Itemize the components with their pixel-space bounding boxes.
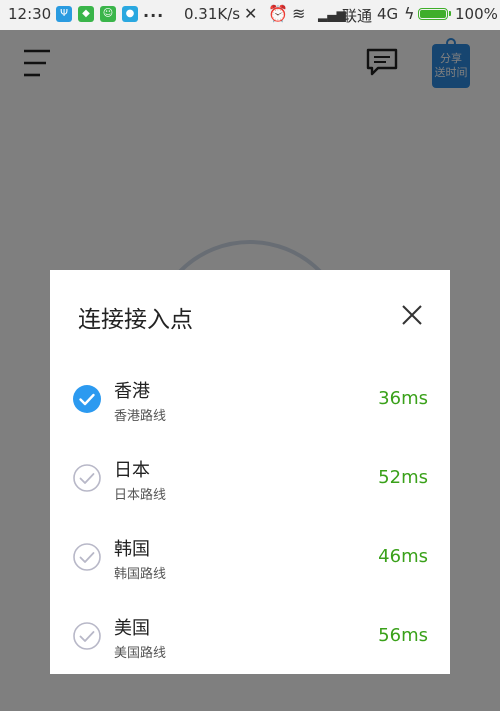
list-item[interactable]: 美国 美国路线 56ms	[50, 597, 450, 676]
check-circle-icon[interactable]	[72, 621, 102, 651]
list-item[interactable]: 日本 日本路线 52ms	[50, 439, 450, 518]
item-name: 香港	[114, 381, 150, 402]
item-latency: 46ms	[378, 546, 428, 567]
more-notifications-icon: ...	[143, 2, 165, 21]
list-item[interactable]: 香港 香港路线 36ms	[50, 360, 450, 439]
item-subtitle: 美国路线	[114, 646, 167, 661]
status-bar: 12:30 Ψ ◆ ☺ ● ... 0.31K/s ✕ ⏰ ≋ ▂▄▆ 联通 4…	[0, 0, 500, 30]
check-circle-icon[interactable]	[72, 542, 102, 572]
android-app-icon: ☺	[100, 6, 116, 22]
check-circle-icon[interactable]	[72, 384, 102, 414]
network-type: 4G	[377, 5, 399, 23]
item-latency: 36ms	[378, 388, 428, 409]
network-speed: 0.31K/s	[184, 5, 241, 23]
close-icon[interactable]	[400, 303, 424, 327]
access-point-list: 香港 香港路线 36ms 日本 日本路线 52ms 韩国 韩国路线 46ms 美…	[50, 360, 450, 676]
item-subtitle: 韩国路线	[114, 567, 167, 582]
item-name: 韩国	[114, 539, 150, 560]
item-name: 日本	[114, 460, 150, 481]
item-subtitle: 香港路线	[114, 409, 167, 424]
item-subtitle: 日本路线	[114, 488, 167, 503]
charging-icon: ϟ	[404, 4, 415, 23]
status-time: 12:30	[8, 5, 52, 23]
wifi-icon: ≋	[292, 4, 306, 23]
item-latency: 52ms	[378, 467, 428, 488]
alarm-icon: ⏰	[268, 4, 288, 23]
mute-icon: ✕	[244, 4, 258, 23]
list-item[interactable]: 韩国 韩国路线 46ms	[50, 518, 450, 597]
access-point-dialog: 连接接入点 香港 香港路线 36ms 日本 日本路线 52ms 韩国 韩国路线 …	[50, 270, 450, 674]
item-latency: 56ms	[378, 625, 428, 646]
chat-app-icon: ●	[122, 6, 138, 22]
carrier-name: 联通	[342, 7, 373, 25]
check-circle-icon[interactable]	[72, 463, 102, 493]
battery-icon	[418, 8, 451, 20]
item-name: 美国	[114, 618, 150, 639]
battery-percent: 100%	[455, 5, 498, 23]
usb-icon: Ψ	[56, 6, 72, 22]
dialog-title: 连接接入点	[78, 307, 193, 333]
shield-app-icon: ◆	[78, 6, 94, 22]
